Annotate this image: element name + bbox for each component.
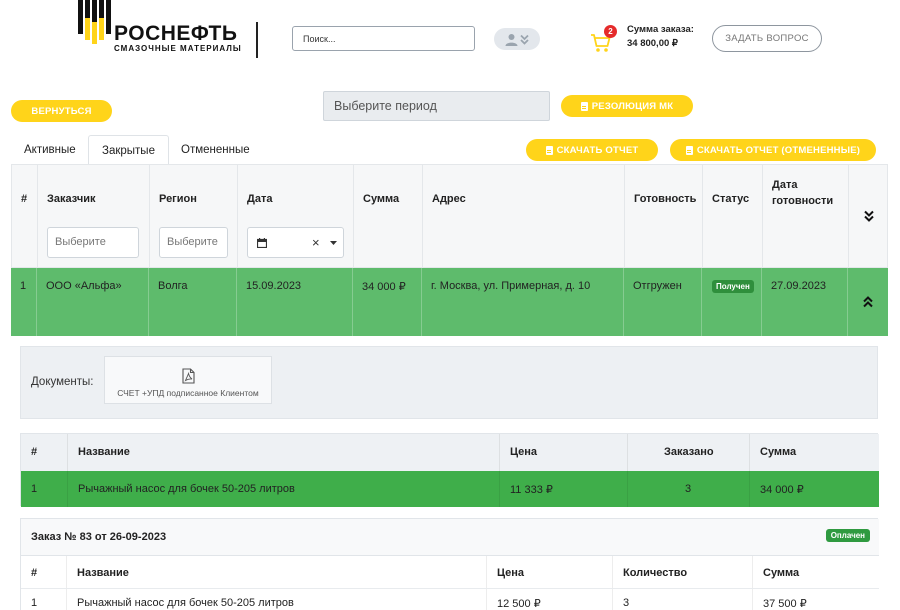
tab-closed[interactable]: Закрытые <box>88 135 169 166</box>
col-address: Адрес <box>423 165 625 269</box>
item-sum: 34 000 ₽ <box>760 484 804 496</box>
resolution-mk-button[interactable]: РЕЗОЛЮЦИЯ МК <box>561 95 693 117</box>
date-filter-picker[interactable]: × <box>247 227 344 258</box>
order-item-price: 12 500 ₽ <box>497 598 541 610</box>
order-card-header: Заказ № 83 от 26-09-2023 Оплачен <box>21 519 879 556</box>
document-icon <box>580 101 588 111</box>
brand-subtitle: СМАЗОЧНЫЕ МАТЕРИАЛЫ <box>114 44 242 53</box>
download-cancelled-report-button[interactable]: СКАЧАТЬ ОТЧЕТ (ОТМЕНЕННЫЕ) <box>670 139 876 161</box>
col-region: Регион Выберите <box>150 165 238 269</box>
document-card[interactable]: СЧЕТ +УПД подписанное Клиентом <box>104 356 272 404</box>
order-col-number: # <box>31 567 38 579</box>
item-number: 1 <box>31 483 38 495</box>
table-row[interactable]: 1 Рычажный насос для бочек 50-205 литров… <box>21 589 879 610</box>
download-cancelled-report-label: СКАЧАТЬ ОТЧЕТ (ОТМЕНЕННЫЕ) <box>696 144 861 156</box>
download-report-label: СКАЧАТЬ ОТЧЕТ <box>556 144 639 156</box>
date-clear-icon[interactable]: × <box>312 228 320 257</box>
order-col-price: Цена <box>497 567 525 579</box>
orders-table: # Заказчик Выберите Регион Выберите Дата… <box>11 164 888 336</box>
back-button[interactable]: ВЕРНУТЬСЯ <box>11 100 112 122</box>
period-picker[interactable]: Выберите период <box>323 91 550 121</box>
collapse-row-toggle[interactable] <box>848 268 888 336</box>
header-divider <box>256 22 258 58</box>
order-sum-label: Сумма заказа: <box>627 24 694 35</box>
col-number: # <box>12 165 38 269</box>
order-item-qty: 3 <box>623 597 630 609</box>
order-item-sum: 37 500 ₽ <box>763 598 807 610</box>
chevron-double-down-icon <box>520 34 529 45</box>
user-icon <box>505 33 518 46</box>
order-title: Заказ № 83 от 26-09-2023 <box>31 531 167 543</box>
items-col-price: Цена <box>510 446 538 458</box>
col-customer: Заказчик Выберите <box>38 165 150 269</box>
items-col-number: # <box>31 446 38 458</box>
region-filter-select[interactable]: Выберите <box>159 227 228 258</box>
col-status: Статус <box>703 165 763 269</box>
col-sum: Сумма <box>354 165 423 269</box>
row-number: 1 <box>20 280 27 292</box>
documents-label: Документы: <box>31 376 94 388</box>
row-sum: 34 000 ₽ <box>362 281 406 293</box>
search-input[interactable] <box>292 26 475 51</box>
row-region: Волга <box>158 280 188 292</box>
row-readiness: Отгружен <box>633 280 682 292</box>
items-col-sum: Сумма <box>760 446 797 458</box>
col-date: Дата × <box>238 165 354 269</box>
tab-active[interactable]: Активные <box>11 135 89 165</box>
table-row[interactable]: 1 ООО «Альфа» Волга 15.09.2023 34 000 ₽ … <box>11 268 888 336</box>
order-items-table: # Название Цена Заказано Сумма 1 Рычажны… <box>20 433 879 507</box>
items-col-ordered: Заказано <box>664 446 714 458</box>
paid-status-badge: Оплачен <box>825 529 870 542</box>
item-name: Рычажный насос для бочек 50-205 литров <box>78 483 295 495</box>
cart-button[interactable]: 2 <box>590 25 620 53</box>
row-address: г. Москва, ул. Примерная, д. 10 <box>431 280 591 292</box>
documents-panel: Документы: СЧЕТ +УПД подписанное Клиенто… <box>20 346 878 419</box>
rosneft-emblem-icon <box>78 0 111 44</box>
item-qty: 3 <box>685 483 692 495</box>
cart-count-badge: 2 <box>604 25 617 38</box>
back-button-label: ВЕРНУТЬСЯ <box>31 105 92 117</box>
col-readiness: Готовность <box>625 165 703 269</box>
download-report-button[interactable]: СКАЧАТЬ ОТЧЕТ <box>526 139 658 161</box>
order-col-qty: Количество <box>623 567 688 579</box>
ask-question-button[interactable]: ЗАДАТЬ ВОПРОС <box>712 25 822 52</box>
calendar-icon <box>257 238 267 248</box>
items-col-name: Название <box>78 446 130 458</box>
order-col-sum: Сумма <box>763 567 800 579</box>
item-price: 11 333 ₽ <box>510 484 553 496</box>
resolution-mk-label: РЕЗОЛЮЦИЯ МК <box>591 100 674 112</box>
status-badge: Получен <box>712 280 754 293</box>
brand-logo[interactable]: РОСНЕФТЬ СМАЗОЧНЫЕ МАТЕРИАЛЫ <box>78 0 258 58</box>
tab-cancelled[interactable]: Отмененные <box>168 135 263 165</box>
orders-table-header: # Заказчик Выберите Регион Выберите Дата… <box>11 164 889 269</box>
table-row[interactable]: 1 Рычажный насос для бочек 50-205 литров… <box>21 471 879 507</box>
order-card: Заказ № 83 от 26-09-2023 Оплачен # Назва… <box>20 518 879 610</box>
order-items-header: # Название Цена Количество Сумма <box>21 556 879 589</box>
row-date: 15.09.2023 <box>246 280 302 292</box>
order-item-number: 1 <box>31 597 38 609</box>
order-item-name: Рычажный насос для бочек 50-205 литров <box>77 597 294 609</box>
caret-down-icon <box>330 241 337 245</box>
row-customer: ООО «Альфа» <box>46 280 122 292</box>
row-ready-date: 27.09.2023 <box>771 280 827 292</box>
document-icon <box>685 145 693 155</box>
user-menu-button[interactable] <box>494 28 540 50</box>
brand-name: РОСНЕФТЬ <box>114 22 238 45</box>
order-col-name: Название <box>77 567 129 579</box>
items-table-header: # Название Цена Заказано Сумма <box>21 434 879 471</box>
document-card-label: СЧЕТ +УПД подписанное Клиентом <box>117 388 259 398</box>
chevron-double-down-icon <box>864 210 874 222</box>
pdf-file-icon <box>182 368 195 384</box>
expand-all-toggle[interactable] <box>849 165 889 269</box>
order-sum-value: 34 800,00 ₽ <box>627 38 678 49</box>
document-icon <box>545 145 553 155</box>
chevron-double-up-icon <box>863 296 873 308</box>
customer-filter-select[interactable]: Выберите <box>47 227 139 258</box>
col-ready-date: Дата готовности <box>763 165 849 269</box>
